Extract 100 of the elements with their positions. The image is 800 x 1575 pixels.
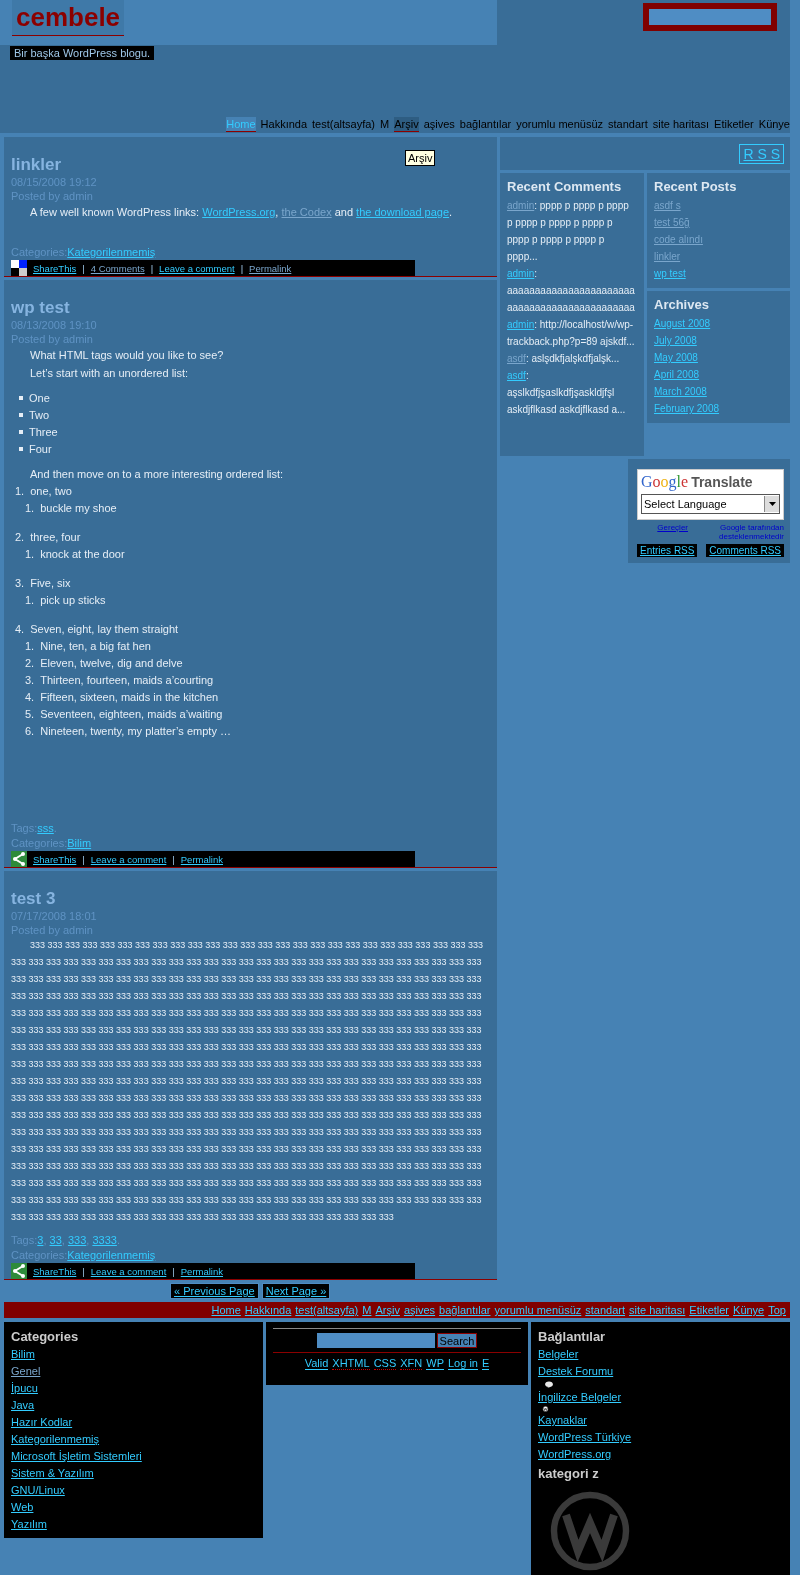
language-select[interactable]: Select Language: [641, 494, 780, 514]
blogroll-link[interactable]: WordPress.org: [538, 1446, 612, 1463]
list-number: 3.: [15, 576, 25, 591]
nav-link[interactable]: Etiketler: [714, 117, 754, 132]
nav-link[interactable]: bağlantılar: [439, 1304, 491, 1316]
category-link[interactable]: GNU/Linux: [11, 1482, 65, 1499]
nav-link[interactable]: test(altsayfa): [295, 1304, 359, 1316]
share-icon[interactable]: [11, 260, 27, 276]
post-text: A few well known WordPress links: WordPress.org, the Codex and the download page.: [29, 205, 454, 220]
widget-title: Bağlantılar: [538, 1328, 607, 1346]
blogroll-link[interactable]: İngilizce Belgeler: [538, 1389, 622, 1407]
feed-link[interactable]: Comments RSS: [706, 544, 784, 557]
separator-text: |: [150, 262, 154, 274]
action-link[interactable]: 4 Comments: [90, 262, 145, 274]
action-link[interactable]: Permalink: [249, 262, 292, 274]
list-item: buckle my shoe: [40, 501, 117, 516]
comment-text: admin: aaaaaaaaaaaaaaaaaaaaaaa aaaaaaaaaaaaaaaaaaaaaaa: [507, 267, 636, 315]
widget-title: Recent Posts: [654, 178, 738, 196]
action-link[interactable]: ShareThis: [33, 262, 77, 274]
separator-text: |: [172, 1265, 175, 1277]
list-item: Five, six: [30, 576, 71, 591]
list-item: Thirteen, fourteen, maids a’courting: [40, 673, 214, 688]
action-link[interactable]: Leave a comment: [159, 262, 235, 274]
comment-text: admin: http://localhost/w/wp-trackback.php?p=89 ajskdf...: [507, 318, 636, 349]
blogroll-link[interactable]: WordPress Türkiye: [538, 1429, 632, 1446]
category-link[interactable]: İpucu: [11, 1380, 38, 1397]
list-item: Fifteen, sixteen, maids in the kitchen: [40, 690, 219, 705]
separator-text: |: [240, 262, 244, 274]
search-field[interactable]: [643, 3, 777, 31]
footer-link[interactable]: Log in: [448, 1357, 478, 1370]
footer-link[interactable]: XHTML: [332, 1357, 370, 1370]
action-link[interactable]: ShareThis: [33, 1265, 77, 1277]
blogroll-link[interactable]: Belgeler: [538, 1346, 579, 1363]
nav-link[interactable]: test(altsayfa): [312, 117, 376, 132]
list-item: one, two: [30, 484, 72, 499]
footer-link[interactable]: CSS: [373, 1357, 397, 1370]
nav-link[interactable]: site haritası: [652, 117, 710, 132]
category-link[interactable]: Yazılım: [11, 1516, 47, 1533]
category-link[interactable]: Sistem & Yazılım: [11, 1465, 94, 1482]
feed-link[interactable]: Entries RSS: [637, 544, 698, 557]
list-number: 5.: [25, 707, 35, 722]
category-link[interactable]: Hazır Kodlar: [11, 1414, 73, 1431]
category-link[interactable]: Kategorilenmemiş: [11, 1431, 100, 1448]
nav-link[interactable]: standart: [585, 1304, 626, 1316]
category-link[interactable]: Bilim: [11, 1346, 35, 1363]
nav-link[interactable]: Arşiv: [375, 1304, 400, 1316]
category-link[interactable]: Genel: [11, 1363, 41, 1380]
search-button[interactable]: Search: [436, 1333, 478, 1348]
bullet-icon: [19, 447, 23, 451]
action-link[interactable]: ShareThis: [33, 853, 77, 865]
footer-link[interactable]: Valid: [304, 1357, 329, 1370]
list-item: Eleven, twelve, dig and delve: [40, 656, 183, 671]
list-item: Two: [29, 409, 50, 421]
nav-link[interactable]: aşives: [403, 1304, 436, 1316]
nav-link[interactable]: Künye: [733, 1304, 765, 1316]
list-number: 1.: [25, 639, 35, 654]
nav-link[interactable]: Etiketler: [689, 1304, 730, 1316]
action-link[interactable]: Permalink: [180, 853, 223, 865]
list-number: 3.: [25, 673, 35, 688]
list-number: 1.: [25, 501, 35, 516]
footer-link[interactable]: WP: [426, 1357, 444, 1370]
page-link[interactable]: « Previous Page: [170, 1283, 259, 1299]
blogroll-link[interactable]: Kaynaklar: [538, 1412, 587, 1429]
nav-link[interactable]: Top: [768, 1304, 786, 1316]
nav-link[interactable]: Künye: [758, 117, 790, 132]
footer-link[interactable]: E: [481, 1357, 490, 1370]
action-link[interactable]: Leave a comment: [90, 1265, 167, 1277]
page-link[interactable]: Next Page »: [261, 1283, 331, 1299]
wordpress-logo-icon: [550, 1491, 630, 1571]
list-item: Seven, eight, lay them straight: [30, 622, 179, 637]
bullet-icon: [19, 396, 23, 400]
separator-text: |: [82, 262, 85, 274]
nav-link[interactable]: site haritası: [629, 1304, 686, 1316]
nav-link[interactable]: Hakkında: [244, 1304, 292, 1316]
comment-text: asdf: aslşdkfjalşkdfjalşk...: [507, 352, 621, 366]
bullet-icon: [19, 430, 23, 434]
nav-link[interactable]: aşives: [423, 117, 455, 132]
category-link[interactable]: Microsoft İşletim Sistemleri: [11, 1448, 142, 1465]
nav-link[interactable]: bağlantılar: [459, 117, 512, 132]
google-logo: Google: [641, 473, 689, 491]
nav-link[interactable]: M: [380, 117, 390, 132]
list-number: 4.: [25, 690, 35, 705]
post-text: 333 333 333 333 333 333 333 333 333 333 333 333 333 333 333 333 333 333 333 333 333 333 333 333 333 333 333 333 333 333 333 333 333 333 333 333 333 333 333 333 333 333 333 333 333 333 333 333 333 333 333 333 333 333 333 333 333 333 333 333 333 333 333 333 333 333 333 333 333 333 333 333 333 333 333 333 333 333 333 333 333 333 333 333 333 333 333 333 333 333 333 333 333 333 333 333 333 333 333 333 333 333 333 333 333 333 333 333 333 333 333 333 333 333 333 333 333 333 333 333 333 333 333 333 333 333 333 333 333 333 333 333 333 333 333 333 333 333 333 333 333 333 333 333 333 333 333 333 333 333 333 333 333 333 333 333 333 333 333 333 333 333 333 333 333 333 333 333 333 333 333 333 333 333 333 333 333 333 333 333 333 333 333 333 333 333 333 333 333 333 333 333 333 333 333 333 333 333 333 333 333 333 333 333 333 333 333 333 333 333 333 333 333 333 333 333 333 333 333 333 333 333 333 333 333 333 333 333 333 333 333 333 333 333 333 333 333 333 333 333 333 333 333 333 333 333 333 333 333 333 333 333 333 333 333 333 333 333 333 333 333 333 333 333 333 333 333 333 333 333 333 333 333 333 333 333 333 333 333 333 333 333 333 333 333 333 333 333 333 333 333 333 333 333 333 333 333 333 333 333 333 333 333 333 333 333 333 333 333 333 333 333 333 333 333 333 333 333 333 333 333 333 333 333 333 333 333 333 333 333 333 333 333 333 333 333 333 333 333 333 333 333 333 333 333 333 333 333 333 333 333 333 333 333 333 333 333 333 333 333 333 333 333 333 333 333 333 333 333 333 333 333 333 333 333 333 333 333 333 333 333 333 333 333 333 333 333 333 333 333 333 333 333 333 333 333 333 333 333 333 333 333 333 333 333 333 333 333 333 333 333 333 333 333 333 333 333 333 333 333 333 333 333 333 333 333 333 333 333 333 333 333 333 333 333 333 333 333 333 333 333 333 333 333 333 333 333 333 333 333 333 333 333: [11, 939, 484, 1224]
nav-link[interactable]: M: [362, 1304, 372, 1316]
nav-link[interactable]: yorumlu menüsüz: [494, 1304, 582, 1316]
nav-link[interactable]: Home: [211, 1304, 241, 1316]
dropdown-icon: [768, 502, 776, 506]
nav-link[interactable]: yorumlu menüsüz: [516, 117, 604, 132]
list-number: 1.: [25, 547, 35, 562]
nav-link[interactable]: Hakkında: [260, 117, 308, 132]
action-link[interactable]: Permalink: [180, 1265, 223, 1277]
action-link[interactable]: Leave a comment: [90, 853, 167, 865]
list-number: 1.: [15, 484, 25, 499]
search-field[interactable]: [316, 1333, 435, 1348]
footer-link[interactable]: XFN: [400, 1357, 423, 1370]
post-meta: Tags:sss.: [11, 821, 58, 836]
category-link[interactable]: Java: [11, 1397, 35, 1414]
nav-link[interactable]: standart: [608, 117, 648, 132]
category-link[interactable]: Web: [11, 1499, 34, 1516]
blogroll-link[interactable]: Destek Forumu: [538, 1363, 614, 1380]
